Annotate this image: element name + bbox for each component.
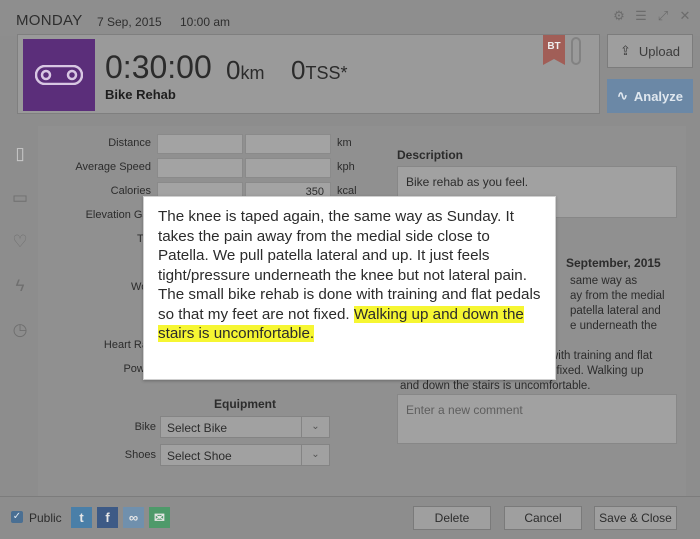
cancel-button[interactable]: Cancel bbox=[504, 506, 582, 530]
form-row-label: Average Speed bbox=[75, 161, 151, 173]
equipment-title: Equipment bbox=[214, 397, 276, 411]
twitter-icon[interactable]: t bbox=[71, 507, 92, 528]
tss-value: 0TSS* bbox=[291, 55, 348, 85]
shoes-label: Shoes bbox=[124, 449, 156, 461]
form-row: Distance km bbox=[38, 134, 378, 154]
shoes-select-value: Select Shoe bbox=[167, 449, 232, 463]
link-icon[interactable]: ∞ bbox=[123, 507, 144, 528]
planned-field[interactable] bbox=[157, 158, 243, 178]
analyze-button[interactable]: ∿ Analyze bbox=[607, 79, 693, 113]
comment-popup: The knee is taped again, the same way as… bbox=[143, 196, 556, 380]
tss-unit: TSS* bbox=[305, 63, 348, 83]
popup-text-main: The knee is taped again, the same way as… bbox=[158, 208, 527, 284]
bike-select[interactable]: Select Bike ⌄ bbox=[160, 416, 330, 438]
comment-date: September, 2015 bbox=[566, 256, 661, 270]
shoes-select[interactable]: Select Shoe ⌄ bbox=[160, 444, 330, 466]
footer-bar: ✓ Public t f ∞ ✉ Delete Cancel Save & Cl… bbox=[0, 496, 700, 539]
distance-value: 0km bbox=[226, 55, 265, 85]
unit-label[interactable]: km bbox=[337, 137, 352, 149]
chevron-down-icon[interactable]: ⌄ bbox=[301, 445, 329, 465]
description-title: Description bbox=[397, 148, 464, 162]
clock-icon[interactable]: ◷ bbox=[10, 320, 30, 340]
workout-header: 0:30:00 0km 0TSS* Bike Rehab BT bbox=[17, 34, 600, 114]
chevron-down-icon[interactable]: ⌄ bbox=[301, 417, 329, 437]
bike-label: Bike bbox=[134, 421, 156, 433]
email-icon[interactable]: ✉ bbox=[149, 507, 170, 528]
lightning-icon[interactable]: ϟ bbox=[10, 276, 30, 296]
shoes-row: Shoes Select Shoe ⌄ bbox=[88, 444, 368, 466]
gear-icon[interactable]: ⚙ bbox=[612, 9, 626, 23]
upload-button[interactable]: ⇪ Upload bbox=[607, 34, 693, 68]
public-label: Public bbox=[29, 511, 62, 525]
unit-label: kph bbox=[337, 161, 355, 173]
workout-title[interactable]: Bike Rehab bbox=[105, 87, 176, 102]
menu-icon[interactable]: ☰ bbox=[634, 9, 648, 23]
planned-field[interactable] bbox=[157, 134, 243, 154]
sport-badge bbox=[23, 39, 95, 111]
expand-icon[interactable]: ⤢ bbox=[656, 9, 670, 23]
popup-text: The knee is taped again, the same way as… bbox=[158, 207, 543, 344]
new-comment-input[interactable]: Enter a new comment bbox=[397, 394, 677, 444]
pulse-icon: ∿ bbox=[616, 88, 628, 103]
side-rail: ▯ ▭ ♡ ϟ ◷ bbox=[0, 126, 38, 496]
public-checkbox[interactable]: ✓ bbox=[11, 511, 23, 523]
facebook-icon[interactable]: f bbox=[97, 507, 118, 528]
distance-unit: km bbox=[240, 63, 265, 83]
form-row-label: Elevation Gai bbox=[85, 209, 151, 221]
day-label: MONDAY bbox=[16, 12, 83, 29]
duration-value: 0:30:00 bbox=[105, 49, 212, 85]
close-icon[interactable]: ✕ bbox=[678, 9, 692, 23]
paperclip-icon[interactable] bbox=[571, 37, 581, 65]
top-bar: MONDAY 7 Sep, 2015 10:00 am ⚙ ☰ ⤢ ✕ bbox=[0, 0, 700, 36]
bt-flag-badge: BT bbox=[543, 35, 565, 65]
time-label[interactable]: 10:00 am bbox=[180, 15, 230, 29]
analyze-label: Analyze bbox=[633, 88, 684, 104]
form-row-label: Distance bbox=[108, 137, 151, 149]
save-close-button[interactable]: Save & Close bbox=[594, 506, 677, 530]
heart-icon[interactable]: ♡ bbox=[10, 232, 30, 252]
bike-select-value: Select Bike bbox=[167, 421, 228, 435]
document-icon[interactable]: ▯ bbox=[10, 144, 30, 164]
bike-chain-icon bbox=[35, 65, 83, 85]
upload-icon: ⇪ bbox=[619, 43, 631, 58]
form-row: Average Speed kph bbox=[38, 158, 378, 178]
chart-icon[interactable]: ▭ bbox=[10, 188, 30, 208]
delete-button[interactable]: Delete bbox=[413, 506, 491, 530]
window-controls: ⚙ ☰ ⤢ ✕ bbox=[612, 9, 692, 23]
bike-row: Bike Select Bike ⌄ bbox=[88, 416, 368, 438]
upload-label: Upload bbox=[638, 43, 681, 59]
comment-line: and down the stairs is uncomfortable. bbox=[400, 380, 591, 392]
completed-field[interactable] bbox=[245, 134, 331, 154]
date-label[interactable]: 7 Sep, 2015 bbox=[97, 15, 162, 29]
completed-field[interactable] bbox=[245, 158, 331, 178]
